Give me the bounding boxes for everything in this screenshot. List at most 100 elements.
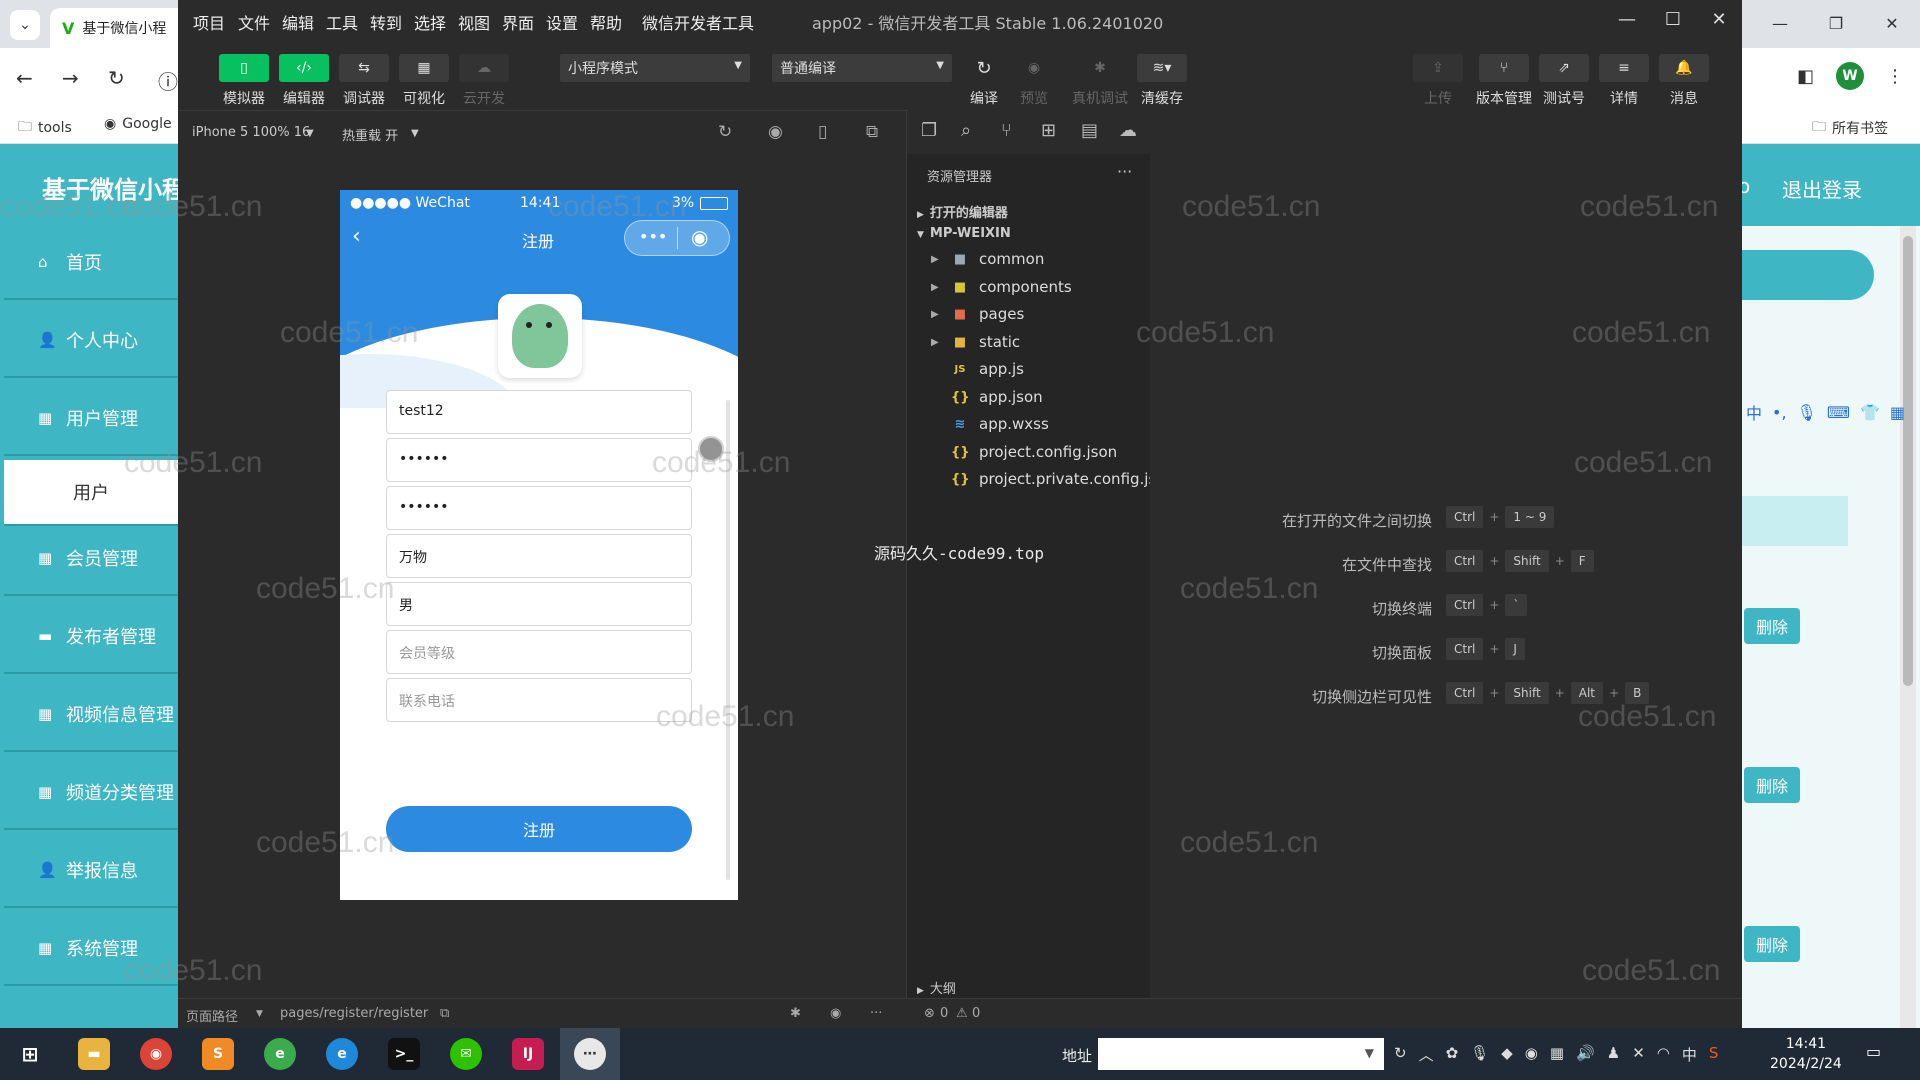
more-icon[interactable]: ··· (1117, 162, 1132, 181)
terminal-icon[interactable]: >_ (388, 1038, 420, 1070)
menu-file[interactable]: 文件 (238, 10, 270, 34)
keyboard-icon[interactable]: ⌨ (1827, 403, 1850, 422)
tab-search-button[interactable]: ⌄ (10, 10, 40, 40)
search-icon[interactable]: ⌕ (961, 120, 971, 141)
chevron-up-icon[interactable]: ︿ (1419, 1044, 1434, 1065)
menu-tools[interactable]: 工具 (326, 10, 358, 34)
refresh-icon[interactable]: ↻ (718, 122, 732, 142)
intellij-icon[interactable]: IJ (512, 1038, 544, 1070)
error-count[interactable]: 0 (940, 1006, 948, 1021)
tree-item-static[interactable]: ▶ ■ static (931, 333, 1020, 351)
address-input[interactable]: ▼ (1098, 1038, 1384, 1070)
menu-goto[interactable]: 转到 (370, 10, 402, 34)
notification-icon[interactable]: ▭ (1866, 1042, 1881, 1061)
tray-app-icon[interactable]: ▦ (1550, 1044, 1564, 1065)
back-icon[interactable]: ← (16, 66, 33, 90)
page-scrollbar[interactable] (1900, 226, 1916, 1028)
menu-view[interactable]: 视图 (458, 10, 490, 34)
forward-icon[interactable]: → (62, 66, 79, 90)
skin-icon[interactable]: 👕 (1860, 403, 1880, 422)
page-path-label[interactable]: 页面路径 (186, 1006, 238, 1025)
test-account-button[interactable]: ⇗ 测试号 (1538, 54, 1590, 108)
tree-item-app-wxss[interactable]: ≋ app.wxss (931, 415, 1049, 433)
chevron-down-icon[interactable]: ▼ (306, 128, 314, 139)
windows-start-icon[interactable]: ⊞ (14, 1038, 46, 1070)
delete-button[interactable]: 删除 (1744, 608, 1800, 644)
site-info-icon[interactable]: ⓘ (158, 66, 178, 95)
hot-reload-select[interactable]: 热重载 开 (342, 125, 398, 144)
back-arrow-icon[interactable]: ‹ (352, 224, 361, 249)
sidebar-item-channels[interactable]: ▦ 频道分类管理 (4, 756, 178, 830)
restore-icon[interactable]: ❐ (1808, 0, 1864, 48)
debugger-toggle[interactable]: ⇆ 调试器 (338, 54, 390, 108)
wechat-icon[interactable]: ✉ (450, 1038, 482, 1070)
version-mgmt-button[interactable]: ⑂ 版本管理 (1472, 54, 1536, 108)
cloud-dev-button[interactable]: ☁ 云开发 (458, 54, 510, 108)
open-editors-section[interactable]: ▶ 打开的编辑器 (917, 202, 1008, 221)
maximize-icon[interactable]: ☐ (1650, 0, 1696, 40)
punctuation-icon[interactable]: •, (1772, 403, 1787, 422)
preview-button[interactable]: ◉ 预览 (1008, 54, 1060, 108)
more-menu-icon[interactable]: ⋮ (1886, 66, 1904, 87)
extensions-icon[interactable]: ⊞ (1041, 120, 1056, 141)
more-icon[interactable]: ··· (870, 1006, 882, 1021)
mic-icon[interactable]: 🎙 (1470, 1044, 1489, 1065)
tray-app-icon[interactable]: ◉ (1525, 1044, 1538, 1065)
upload-button[interactable]: ⇪ 上传 (1412, 54, 1464, 108)
popout-icon[interactable]: ⧉ (866, 122, 878, 142)
chevron-down-icon[interactable]: ▼ (256, 1009, 263, 1019)
sidebar-item-publishers[interactable]: ▬ 发布者管理 (4, 600, 178, 674)
tree-item-project-config[interactable]: {} project.config.json (931, 443, 1117, 461)
tray-app-icon[interactable]: ✕ (1632, 1044, 1645, 1065)
root-folder-section[interactable]: ▼ MP-WEIXIN (917, 226, 1011, 241)
tree-item-components[interactable]: ▶ ■ components (931, 278, 1072, 296)
sogou-tray-icon[interactable]: S (1709, 1044, 1719, 1065)
minimize-icon[interactable]: — (1604, 0, 1650, 40)
member-level-field[interactable]: 会员等级 (386, 630, 692, 674)
reload-icon[interactable]: ↻ (108, 66, 125, 90)
taskbar-clock[interactable]: 14:41 2024/2/24 (1770, 1034, 1842, 1074)
device-debug-button[interactable]: ✱ 真机调试 (1068, 54, 1132, 108)
sublime-icon[interactable]: S (202, 1038, 234, 1070)
tree-item-app-json[interactable]: {} app.json (931, 388, 1043, 406)
menu-edit[interactable]: 编辑 (282, 10, 314, 34)
delete-button[interactable]: 删除 (1744, 767, 1800, 803)
wechat-devtools-task[interactable]: ⋯ (560, 1028, 620, 1080)
delete-button[interactable]: 删除 (1744, 926, 1800, 962)
panel-icon[interactable]: ▤ (1081, 120, 1098, 141)
phone-number-field[interactable]: 联系电话 (386, 678, 692, 722)
name-field[interactable]: 万物 (386, 534, 692, 578)
tree-item-app-js[interactable]: JS app.js (931, 360, 1024, 378)
chevron-down-icon[interactable]: ▼ (411, 128, 419, 139)
volume-icon[interactable]: 🔊 (1576, 1044, 1595, 1065)
mic-icon[interactable]: 🎙 (1797, 403, 1817, 422)
tree-item-pages[interactable]: ▶ ■ pages (931, 305, 1024, 323)
menu-help[interactable]: 帮助 (590, 10, 622, 34)
scrollbar-thumb[interactable] (1903, 236, 1913, 686)
password-field[interactable]: •••••• (386, 438, 692, 482)
warning-count[interactable]: 0 (972, 1006, 980, 1021)
close-icon[interactable]: ✕ (1696, 0, 1742, 40)
chrome-icon[interactable]: ◉ (140, 1038, 172, 1070)
refresh-icon[interactable]: ↻ (1394, 1044, 1407, 1065)
compile-select[interactable]: 普通编译 ▼ (772, 54, 952, 82)
compile-button[interactable]: ↻ 编译 (958, 54, 1010, 108)
bug-icon[interactable]: ✱ (790, 1006, 801, 1021)
tree-item-project-private-config[interactable]: {} project.private.config.js... (931, 470, 1171, 488)
tray-app-icon[interactable]: ◆ (1501, 1044, 1513, 1065)
device-select[interactable]: iPhone 5 100% 16 (192, 125, 310, 140)
sidebar-item-profile[interactable]: 👤 个人中心 (4, 304, 178, 378)
files-icon[interactable]: ❐ (921, 120, 937, 141)
bookmark-tools[interactable]: 🗀 tools (18, 116, 72, 140)
ime-lang-tray[interactable]: 中 (1682, 1044, 1697, 1065)
edge-icon[interactable]: e (326, 1038, 358, 1070)
sidebar-item-system[interactable]: ▦ 系统管理 (4, 912, 178, 986)
sidebar-item-user-mgmt[interactable]: ▦ 用户管理 (4, 382, 178, 456)
details-button[interactable]: ≡ 详情 (1598, 54, 1650, 108)
chevron-down-icon[interactable]: ▼ (1365, 1046, 1374, 1060)
file-explorer-icon[interactable]: ▬ (78, 1038, 110, 1070)
close-icon[interactable]: ✕ (1864, 0, 1920, 48)
copy-icon[interactable]: ⧉ (440, 1006, 449, 1021)
all-bookmarks[interactable]: 🗀 所有书签 (1812, 116, 1888, 140)
confirm-password-field[interactable]: •••••• (386, 486, 692, 530)
